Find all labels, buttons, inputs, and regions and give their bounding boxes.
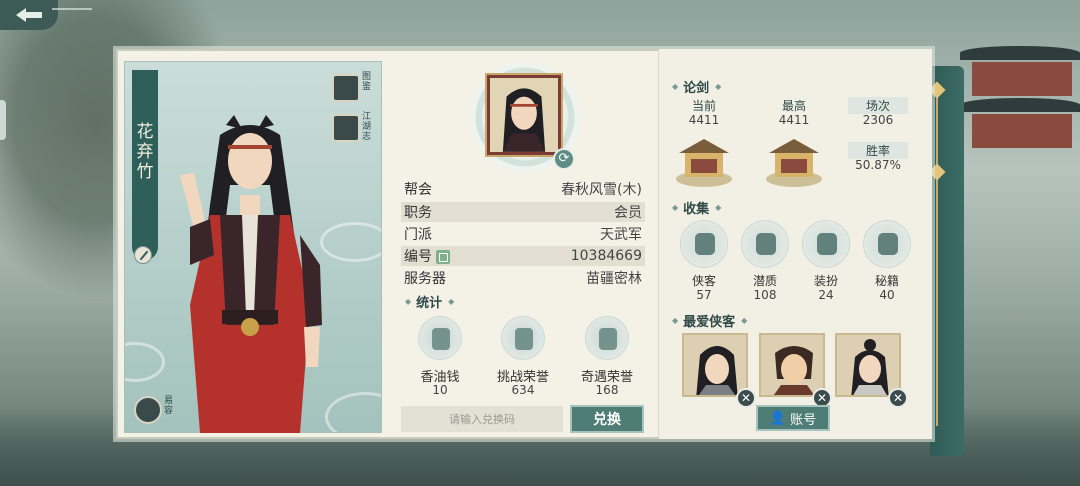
favorite-hero-portrait (837, 335, 899, 395)
collection-label-potential: 潜质 (752, 274, 777, 288)
lunjian-current-value: 4411 (688, 113, 720, 127)
info-row-position: 职务 会员 (401, 202, 645, 222)
challenge-honor-icon (501, 316, 545, 360)
lunjian-winrate-label: 胜率 (848, 142, 908, 159)
encounter-honor-icon (585, 316, 629, 360)
panel-binding (928, 66, 964, 456)
highest-rank-badge-icon[interactable] (763, 133, 825, 189)
jianghu-chronicle-icon[interactable] (332, 114, 360, 142)
lunjian-title: 论剑 (672, 77, 721, 96)
name-char-1: 花 (136, 122, 154, 142)
incense-money-icon (418, 316, 462, 360)
info-row-server: 服务器 苗疆密林 (401, 268, 645, 288)
lunjian-current-label: 当前 (691, 99, 716, 113)
collection-label-manual: 秘籍 (874, 274, 899, 288)
collection-value-hero: 57 (696, 288, 712, 302)
collection-title: 收集 (672, 198, 721, 217)
lunjian-matches-value: 2306 (862, 113, 894, 127)
favorite-hero-card-2[interactable] (759, 333, 825, 397)
collection-label-hero: 侠客 (691, 274, 716, 288)
edit-name-icon[interactable] (134, 246, 152, 264)
stats-title: 统计 (405, 292, 454, 311)
info-label: 帮会 (404, 182, 432, 198)
info-value: 会员 (614, 205, 642, 221)
name-char-2: 弃 (136, 142, 154, 162)
favorite-hero-card-3[interactable] (835, 333, 901, 397)
stat-value-encounter: 168 (595, 383, 619, 397)
favorites-title: 最爱侠客 (672, 311, 747, 330)
illustrated-guide-icon[interactable] (332, 74, 360, 102)
stat-value-incense: 10 (432, 383, 448, 397)
copy-id-icon[interactable] (436, 250, 450, 264)
refresh-avatar-icon[interactable]: ⟳ (553, 148, 575, 170)
redeem-code-input[interactable] (401, 406, 563, 432)
background-pagoda (950, 40, 1080, 210)
info-row-sect: 门派 天武军 (401, 224, 645, 244)
appearance-mask-icon[interactable] (134, 396, 162, 424)
favorite-hero-card-1[interactable] (682, 333, 748, 397)
lunjian-highest-label: 最高 (781, 99, 806, 113)
info-value: 10384669 (570, 248, 642, 264)
back-decor-line (52, 8, 92, 10)
name-char-3: 竹 (136, 162, 154, 182)
hero-icon[interactable] (680, 220, 728, 268)
remove-favorite-icon[interactable]: ✕ (888, 388, 908, 408)
appearance-label: 易容 (164, 396, 174, 416)
collection-value-potential: 108 (753, 288, 777, 302)
jianghu-chronicle-label: 江湖志 (362, 112, 372, 142)
collection-value-manual: 40 (879, 288, 895, 302)
account-button[interactable]: 👤 账号 (756, 405, 830, 431)
remove-favorite-icon[interactable]: ✕ (736, 388, 756, 408)
current-rank-badge-icon[interactable] (673, 133, 735, 189)
dragon-potential-icon[interactable] (741, 220, 789, 268)
collection-label-costume: 装扮 (813, 274, 838, 288)
info-value: 天武军 (600, 227, 642, 243)
collection-value-costume: 24 (818, 288, 834, 302)
info-label: 服务器 (404, 271, 446, 287)
info-row-id: 编号 10384669 (401, 246, 645, 266)
user-icon: 👤 (769, 410, 787, 426)
stat-value-challenge: 634 (511, 383, 535, 397)
left-drawer-handle[interactable] (0, 100, 6, 140)
info-row-guild: 帮会 春秋风雪(木) (401, 179, 645, 199)
illustrated-guide-label: 图鉴 (362, 72, 372, 92)
info-value: 苗疆密林 (586, 271, 642, 287)
info-label: 门派 (404, 227, 432, 243)
redeem-button[interactable]: 兑换 (570, 405, 644, 433)
character-figure (180, 115, 322, 433)
lunjian-winrate-value: 50.87% (855, 158, 901, 172)
favorite-hero-portrait (761, 335, 823, 395)
costume-icon[interactable] (802, 220, 850, 268)
manual-book-icon[interactable] (863, 220, 911, 268)
favorite-hero-portrait (684, 335, 746, 395)
lunjian-matches-label: 场次 (848, 97, 908, 114)
info-label: 编号 (404, 249, 432, 265)
lunjian-highest-value: 4411 (778, 113, 810, 127)
character-name-banner: 花 弃 竹 (132, 70, 158, 260)
back-arrow-icon (16, 8, 42, 22)
back-button[interactable] (0, 0, 58, 30)
info-label: 职务 (404, 205, 432, 221)
account-button-label: 账号 (790, 412, 817, 428)
info-value: 春秋风雪(木) (561, 182, 642, 198)
avatar[interactable] (485, 73, 563, 157)
